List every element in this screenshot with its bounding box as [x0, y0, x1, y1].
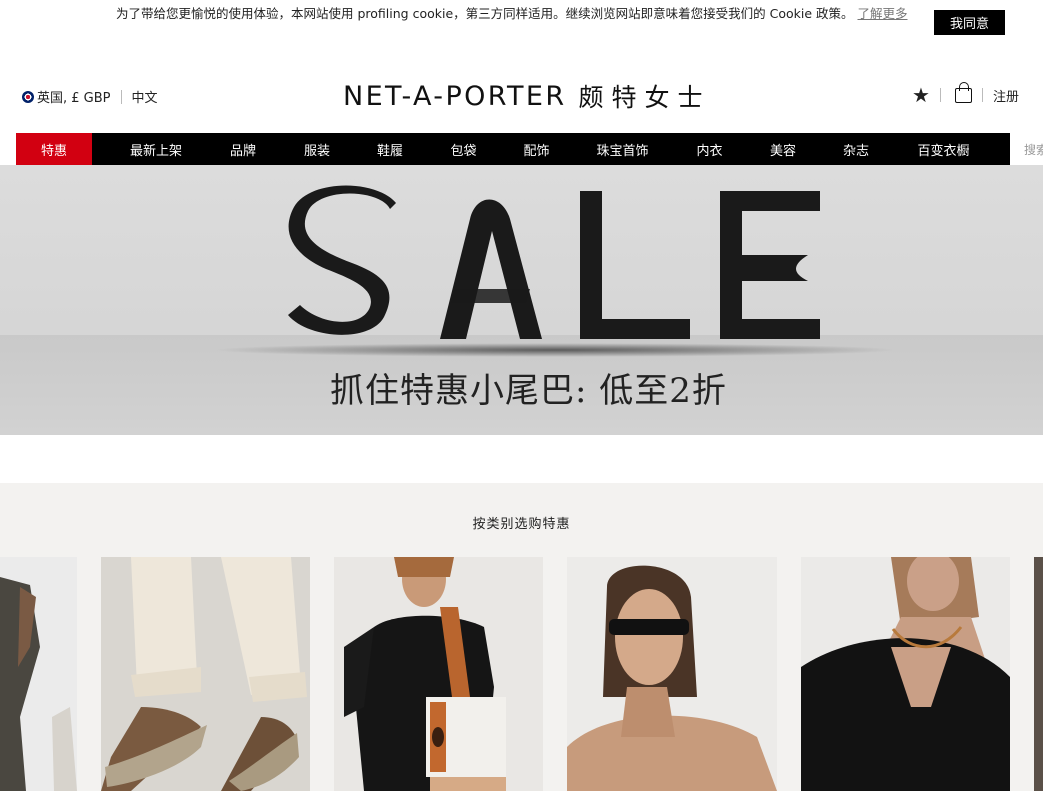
nav-item-whats-new[interactable]: 最新上架	[92, 133, 220, 165]
bags-card[interactable]	[334, 557, 543, 791]
shoes-card[interactable]	[101, 557, 310, 791]
register-link[interactable]: 注册	[993, 86, 1019, 105]
search-input[interactable]: 搜索	[1010, 133, 1043, 165]
sunglasses-card[interactable]	[567, 557, 777, 791]
cookie-learn-more-link[interactable]: 了解更多	[858, 6, 908, 21]
cookie-accept-button[interactable]: 我同意	[934, 10, 1005, 35]
nav-item-bags[interactable]: 包袋	[412, 133, 515, 165]
cookie-message: 为了带给您更愉悦的使用体验，本网站使用 profiling cookie，第三方…	[116, 6, 854, 21]
next-card-image	[1034, 557, 1043, 791]
nav-item-sale[interactable]: 特惠	[16, 133, 92, 165]
site-logo[interactable]: NET-A-PORTER 颇特女士	[343, 78, 773, 114]
bag-icon[interactable]	[954, 81, 972, 103]
divider	[120, 89, 122, 104]
cookie-text: 为了带给您更愉悦的使用体验，本网站使用 profiling cookie，第三方…	[116, 4, 916, 23]
divider	[939, 88, 941, 102]
header-actions: ★ 注册	[912, 81, 1019, 106]
hero-subtitle: 抓住特惠小尾巴: 低至2折	[330, 371, 727, 411]
logo-chinese: 颇特女士	[578, 83, 711, 112]
sunglasses-image	[567, 557, 777, 791]
dress-image	[0, 557, 77, 791]
site-header: 英国, £ GBP 中文 NET-A-PORTER 颇特女士 ★ 注册	[0, 74, 1043, 118]
dress-card[interactable]	[0, 557, 77, 791]
jewellery-card[interactable]	[801, 557, 1010, 791]
nav-item-magazine[interactable]: 杂志	[834, 133, 878, 165]
cookie-banner: 为了带给您更愉悦的使用体验，本网站使用 profiling cookie，第三方…	[0, 0, 1043, 50]
shop-by-category: 按类别选购特惠	[0, 483, 1043, 791]
locale-label: 英国, £ GBP	[37, 91, 111, 106]
shoes-image	[101, 557, 310, 791]
bags-image	[334, 557, 543, 791]
next-card-peek[interactable]	[1034, 557, 1043, 791]
nav-item-shoes[interactable]: 鞋履	[368, 133, 412, 165]
nav-item-designers[interactable]: 品牌	[220, 133, 266, 165]
sale-hero-banner[interactable]: 抓住特惠小尾巴: 低至2折	[0, 165, 1043, 435]
section-title: 按类别选购特惠	[472, 517, 571, 532]
locale-selector[interactable]: 英国, £ GBP 中文	[22, 87, 158, 106]
nav-bar: 特惠 最新上架 品牌 服装 鞋履 包袋 配饰 珠宝首饰 内衣 美容 杂志 百变衣…	[16, 133, 1010, 165]
logo-wordmark: NET-A-PORTER	[343, 80, 567, 112]
main-nav: 特惠 最新上架 品牌 服装 鞋履 包袋 配饰 珠宝首饰 内衣 美容 杂志 百变衣…	[0, 133, 1043, 165]
nav-item-wardrobe[interactable]: 百变衣橱	[878, 133, 1009, 165]
nav-item-accessories[interactable]: 配饰	[515, 133, 558, 165]
flag-icon	[22, 90, 34, 103]
language-selector[interactable]: 中文	[132, 87, 158, 106]
star-icon[interactable]: ★	[912, 85, 930, 105]
nav-item-beauty[interactable]: 美容	[732, 133, 834, 165]
divider	[981, 88, 983, 102]
nav-item-lingerie[interactable]: 内衣	[687, 133, 732, 165]
nav-item-jewellery[interactable]: 珠宝首饰	[558, 133, 687, 165]
nav-item-clothing[interactable]: 服装	[266, 133, 368, 165]
sale-lettering	[288, 185, 820, 339]
jewellery-image	[801, 557, 1010, 791]
